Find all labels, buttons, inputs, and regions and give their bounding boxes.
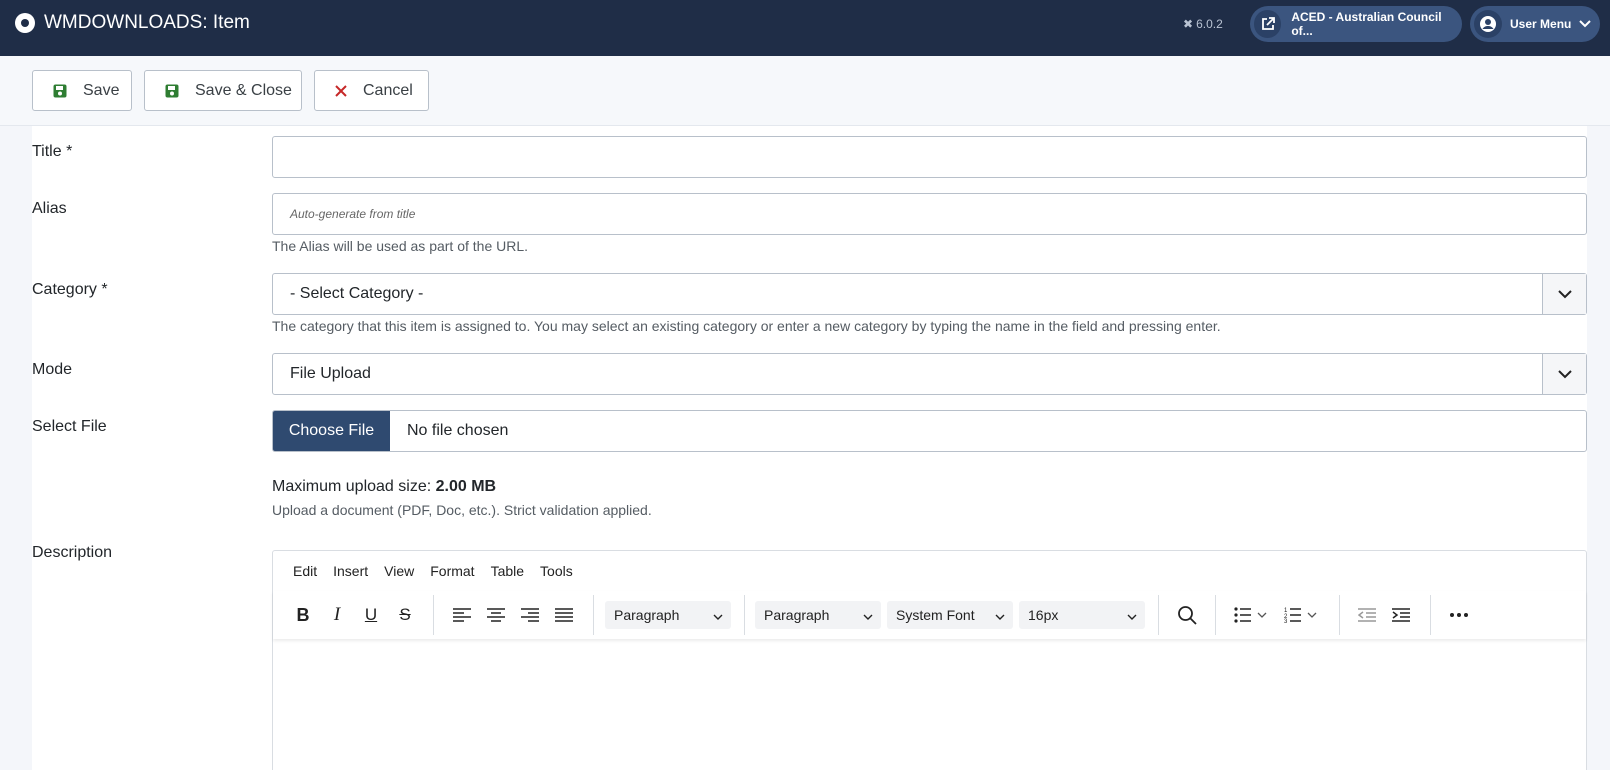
external-link-icon — [1254, 10, 1282, 38]
title-label: Title * — [32, 143, 73, 160]
chevron-down-icon — [713, 607, 723, 623]
underline-icon[interactable]: U — [359, 603, 383, 627]
alias-placeholder: Auto-generate from title — [290, 207, 416, 221]
save-close-label: Save & Close — [195, 81, 292, 99]
chevron-down-icon — [1542, 354, 1586, 394]
menu-view[interactable]: View — [384, 563, 414, 579]
save-icon — [53, 84, 67, 98]
font-size-value: 16px — [1028, 607, 1059, 623]
version-badge: ✖ 6.0.2 — [1183, 17, 1223, 31]
user-avatar-icon — [1474, 10, 1502, 38]
search-icon[interactable] — [1175, 603, 1199, 627]
title-input[interactable] — [272, 136, 1587, 178]
category-selected-value: - Select Category - — [290, 285, 424, 302]
editor-toolbar: B I U S Paragraph Paragraph System Font … — [273, 591, 1586, 639]
select-file-label: Select File — [32, 418, 107, 435]
action-toolbar: Save Save & Close Cancel — [0, 56, 1610, 126]
category-help-text: The category that this item is assigned … — [272, 318, 1221, 334]
more-options-icon[interactable] — [1447, 603, 1471, 627]
category-select[interactable]: - Select Category - — [272, 273, 1587, 315]
font-family-value: System Font — [896, 607, 975, 623]
item-form: Title * Alias Auto-generate from title T… — [32, 126, 1587, 770]
menu-table[interactable]: Table — [491, 563, 524, 579]
toolbar-divider — [593, 595, 594, 635]
toolbar-divider — [433, 595, 434, 635]
max-upload-value: 2.00 MB — [435, 478, 497, 495]
user-menu-button[interactable]: User Menu — [1470, 6, 1600, 42]
menu-format[interactable]: Format — [430, 563, 474, 579]
top-header: WMDOWNLOADS: Item ✖ 6.0.2 ACED - Austral… — [0, 0, 1610, 56]
cancel-label: Cancel — [363, 81, 413, 99]
version-text: 6.0.2 — [1196, 17, 1223, 31]
bullet-list-icon[interactable] — [1234, 603, 1274, 627]
close-icon — [335, 84, 347, 97]
site-link-button[interactable]: ACED - Australian Council of... — [1250, 6, 1462, 42]
chevron-down-icon — [1127, 607, 1137, 623]
editor-content-area[interactable] — [273, 639, 1586, 770]
align-left-icon[interactable] — [450, 603, 474, 627]
chevron-down-icon — [1542, 274, 1586, 314]
cancel-button[interactable]: Cancel — [314, 70, 429, 111]
user-menu-label: User Menu — [1510, 17, 1572, 31]
file-input[interactable]: Choose File No file chosen — [272, 410, 1587, 452]
alias-label: Alias — [32, 200, 67, 217]
mode-label: Mode — [32, 361, 73, 378]
align-justify-icon[interactable] — [552, 603, 576, 627]
choose-file-button[interactable]: Choose File — [273, 411, 390, 451]
save-button[interactable]: Save — [32, 70, 132, 111]
site-link-label: ACED - Australian Council of... — [1291, 10, 1442, 38]
toolbar-divider — [1215, 595, 1216, 635]
toolbar-divider — [1339, 595, 1340, 635]
indent-icon[interactable] — [1389, 603, 1413, 627]
font-family-dropdown[interactable]: System Font — [887, 601, 1013, 629]
max-upload-size: Maximum upload size: 2.00 MB — [272, 478, 496, 496]
chevron-down-icon — [1579, 17, 1592, 31]
paragraph-value: Paragraph — [764, 607, 830, 623]
page-title: WMDOWNLOADS: Item — [44, 12, 250, 33]
menu-tools[interactable]: Tools — [540, 563, 573, 579]
numbered-list-icon[interactable]: 123 — [1284, 603, 1324, 627]
block-format-dropdown[interactable]: Paragraph — [605, 601, 731, 629]
block-format-value: Paragraph — [614, 607, 680, 623]
chevron-down-icon — [863, 607, 873, 623]
mode-selected-value: File Upload — [290, 365, 371, 382]
category-label: Category * — [32, 281, 108, 298]
joomla-icon: ✖ — [1183, 17, 1194, 31]
max-upload-prefix: Maximum upload size: — [272, 478, 436, 495]
save-icon — [165, 84, 179, 98]
alias-help-text: The Alias will be used as part of the UR… — [272, 238, 529, 254]
strikethrough-icon[interactable]: S — [393, 603, 417, 627]
outdent-icon[interactable] — [1355, 603, 1379, 627]
menu-edit[interactable]: Edit — [293, 563, 317, 579]
upload-help-text: Upload a document (PDF, Doc, etc.). Stri… — [272, 502, 652, 518]
bold-icon[interactable]: B — [291, 603, 315, 627]
font-size-dropdown[interactable]: 16px — [1019, 601, 1145, 629]
file-status-text: No file chosen — [407, 422, 509, 439]
chevron-down-icon — [995, 607, 1005, 623]
alias-input[interactable]: Auto-generate from title — [272, 193, 1587, 235]
italic-icon[interactable]: I — [325, 603, 349, 627]
svg-text:3: 3 — [1284, 619, 1288, 623]
editor-menubar: Edit Insert View Format Table Tools — [273, 551, 1586, 591]
align-center-icon[interactable] — [484, 603, 508, 627]
mode-select[interactable]: File Upload — [272, 353, 1587, 395]
toolbar-divider — [1430, 595, 1431, 635]
toolbar-divider — [744, 595, 745, 635]
align-right-icon[interactable] — [518, 603, 542, 627]
save-label: Save — [83, 81, 120, 99]
menu-insert[interactable]: Insert — [333, 563, 368, 579]
toolbar-divider — [1158, 595, 1159, 635]
paragraph-dropdown[interactable]: Paragraph — [755, 601, 881, 629]
description-editor: Edit Insert View Format Table Tools B I … — [272, 550, 1587, 770]
description-label: Description — [32, 544, 113, 561]
save-close-button[interactable]: Save & Close — [144, 70, 302, 111]
joomla-logo-icon — [15, 13, 35, 33]
